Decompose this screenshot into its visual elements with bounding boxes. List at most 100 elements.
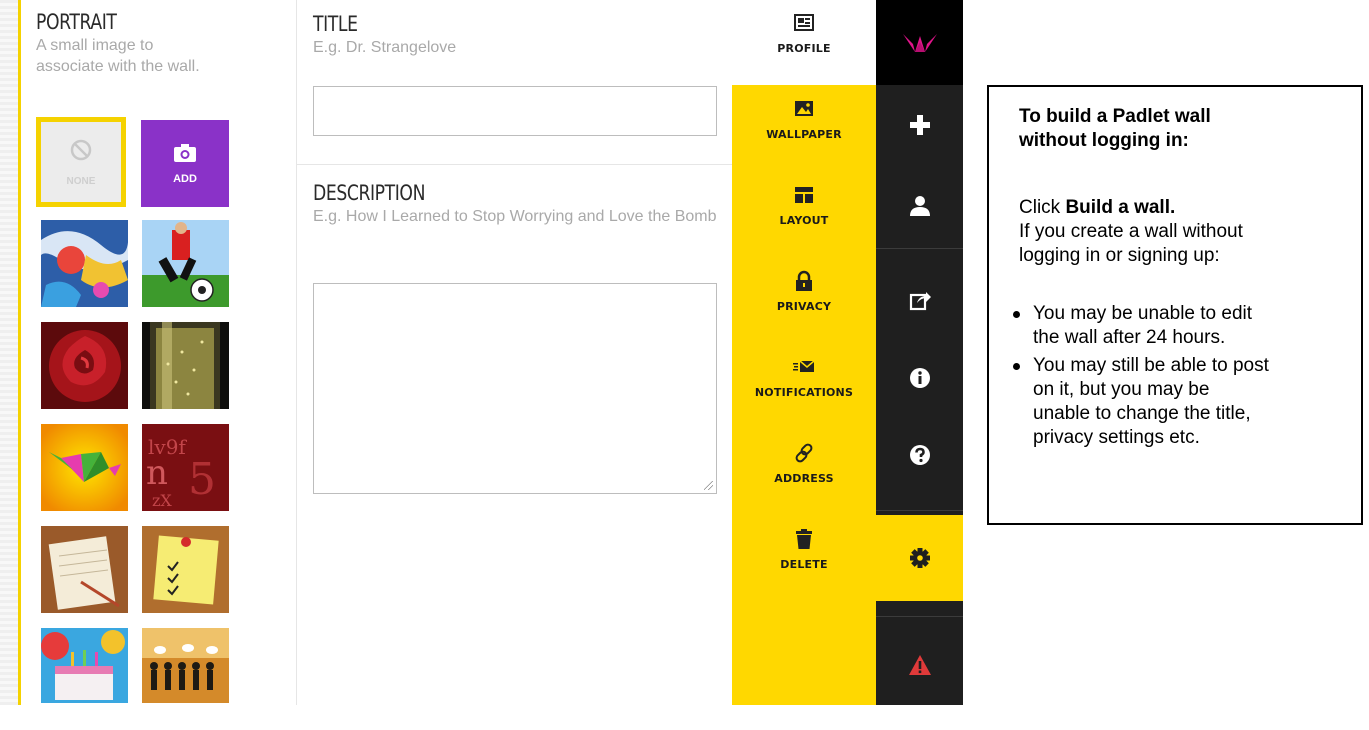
help-icon xyxy=(909,445,930,465)
portrait-description-line1: A small image to xyxy=(36,37,154,54)
left-edge-strip xyxy=(0,0,18,705)
profile-icon xyxy=(794,14,814,31)
title-input[interactable] xyxy=(313,86,717,136)
confetti-image xyxy=(41,220,128,307)
portrait-thumb-champagne[interactable] xyxy=(142,322,229,409)
instructions-bullet: You may be unable to edit the wall after… xyxy=(1009,302,1359,350)
menu-label-privacy: PRIVACY xyxy=(776,300,832,313)
menu-item-layout[interactable]: LAYOUT xyxy=(732,172,876,258)
vertical-toolbar xyxy=(876,0,963,705)
account-button[interactable] xyxy=(876,164,963,248)
rose-image xyxy=(41,322,128,409)
gear-icon xyxy=(909,548,930,568)
wallpaper-icon xyxy=(795,101,813,116)
share-button[interactable] xyxy=(876,260,963,340)
instructions-body-line2: logging in or signing up: xyxy=(1019,245,1220,266)
description-textarea[interactable] xyxy=(313,283,717,494)
portrait-description-line2: associate with the wall. xyxy=(36,58,200,75)
menu-item-delete[interactable]: DELETE xyxy=(732,516,876,602)
birthday-cake-image xyxy=(41,628,128,703)
svg-text:5: 5 xyxy=(188,454,216,505)
lock-icon xyxy=(796,270,812,291)
bullet-text-line: privacy settings etc. xyxy=(1033,427,1200,448)
user-icon xyxy=(909,196,930,216)
title-section: TITLE E.g. Dr. Strangelove xyxy=(313,12,456,58)
numbers-image: lv9f n 5 zX xyxy=(142,424,229,511)
bullet-text-line: the wall after 24 hours. xyxy=(1033,327,1226,348)
bullet-text-line: unable to change the title, xyxy=(1033,403,1251,424)
portrait-thumb-crowd[interactable] xyxy=(142,628,229,703)
paper-crane-image xyxy=(41,424,128,511)
description-hint: E.g. How I Learned to Stop Worrying and … xyxy=(313,208,717,225)
info-icon xyxy=(909,367,930,388)
menu-label-layout: LAYOUT xyxy=(779,214,829,227)
menu-item-wallpaper[interactable]: WALLPAPER xyxy=(732,86,876,172)
padlet-settings-screen: PORTRAIT A small image to associate with… xyxy=(0,0,1369,730)
no-symbol-icon xyxy=(70,139,92,160)
portrait-none-label: NONE xyxy=(66,175,96,187)
instructions-bullet-list: You may be unable to edit the wall after… xyxy=(1009,302,1359,450)
bullet-text-line: You may be unable to edit xyxy=(1033,303,1253,324)
toolbar-separator xyxy=(876,510,963,511)
menu-label-wallpaper: WALLPAPER xyxy=(766,128,842,141)
instructions-body-line1: If you create a wall without xyxy=(1019,221,1243,242)
bullet-text-line: You may still be able to post xyxy=(1033,355,1269,376)
menu-label-notifications: NOTIFICATIONS xyxy=(754,386,854,399)
portrait-none-option[interactable]: NONE xyxy=(36,117,126,207)
instructions-heading: To build a Padlet wall without logging i… xyxy=(1019,105,1349,153)
portrait-section: PORTRAIT A small image to associate with… xyxy=(36,10,286,77)
title-hint: E.g. Dr. Strangelove xyxy=(313,39,457,56)
notebook-image xyxy=(41,526,128,613)
portrait-thumb-numbers[interactable]: lv9f n 5 zX xyxy=(142,424,229,511)
info-button[interactable] xyxy=(876,340,963,415)
menu-item-profile[interactable]: PROFILE xyxy=(732,0,876,86)
menu-item-privacy[interactable]: PRIVACY xyxy=(732,258,876,344)
report-button[interactable] xyxy=(876,625,963,705)
trash-icon xyxy=(796,529,812,549)
portrait-thumb-sticky-note[interactable] xyxy=(142,526,229,613)
settings-menu: PROFILE WALLPAPER LAYOUT PRIVACY NOTIFIC… xyxy=(732,0,876,705)
portrait-heading: PORTRAIT xyxy=(36,10,117,34)
resize-grip-icon[interactable] xyxy=(704,481,713,490)
alert-icon xyxy=(908,655,931,675)
toolbar-separator xyxy=(876,248,963,249)
title-heading: TITLE xyxy=(313,12,358,36)
description-heading: DESCRIPTION xyxy=(313,181,426,205)
form-separator xyxy=(297,164,732,165)
crowd-image xyxy=(142,628,229,703)
portrait-thumb-birthday[interactable] xyxy=(41,628,128,703)
envelope-icon xyxy=(793,360,815,372)
champagne-image xyxy=(142,322,229,409)
portrait-thumb-soccer[interactable] xyxy=(142,220,229,307)
portrait-thumb-paper-crane[interactable] xyxy=(41,424,128,511)
sticky-note-image xyxy=(142,526,229,613)
instructions-body: Click Build a wall. If you create a wall… xyxy=(1019,196,1349,268)
bullet-text-line: on it, but you may be xyxy=(1033,379,1210,400)
menu-item-notifications[interactable]: NOTIFICATIONS xyxy=(732,344,876,430)
padlet-logo-button[interactable] xyxy=(876,0,963,85)
settings-button[interactable] xyxy=(876,515,963,601)
add-wall-button[interactable] xyxy=(876,85,963,164)
column-divider xyxy=(296,0,297,705)
menu-label-address: ADDRESS xyxy=(774,472,834,485)
description-section: DESCRIPTION E.g. How I Learned to Stop W… xyxy=(313,181,728,227)
help-button[interactable] xyxy=(876,415,963,495)
menu-label-delete: DELETE xyxy=(780,558,828,571)
svg-text:zX: zX xyxy=(152,491,172,510)
portrait-thumb-notebook[interactable] xyxy=(41,526,128,613)
left-accent-line xyxy=(18,0,21,705)
portrait-thumb-confetti[interactable] xyxy=(41,220,128,307)
layout-icon xyxy=(795,187,813,203)
portrait-thumb-rose[interactable] xyxy=(41,322,128,409)
portrait-add-label: ADD xyxy=(173,172,197,185)
instructions-heading-line1: To build a Padlet wall xyxy=(1019,106,1211,127)
instructions-heading-line2: without logging in: xyxy=(1019,130,1189,151)
share-icon xyxy=(909,292,931,311)
plus-icon xyxy=(909,114,930,135)
bullet-dot-icon xyxy=(1013,363,1020,370)
bullet-dot-icon xyxy=(1013,311,1020,318)
portrait-add-button[interactable]: ADD xyxy=(141,120,229,207)
menu-item-address[interactable]: ADDRESS xyxy=(732,430,876,516)
soccer-image xyxy=(142,220,229,307)
instructions-box: To build a Padlet wall without logging i… xyxy=(987,85,1363,525)
